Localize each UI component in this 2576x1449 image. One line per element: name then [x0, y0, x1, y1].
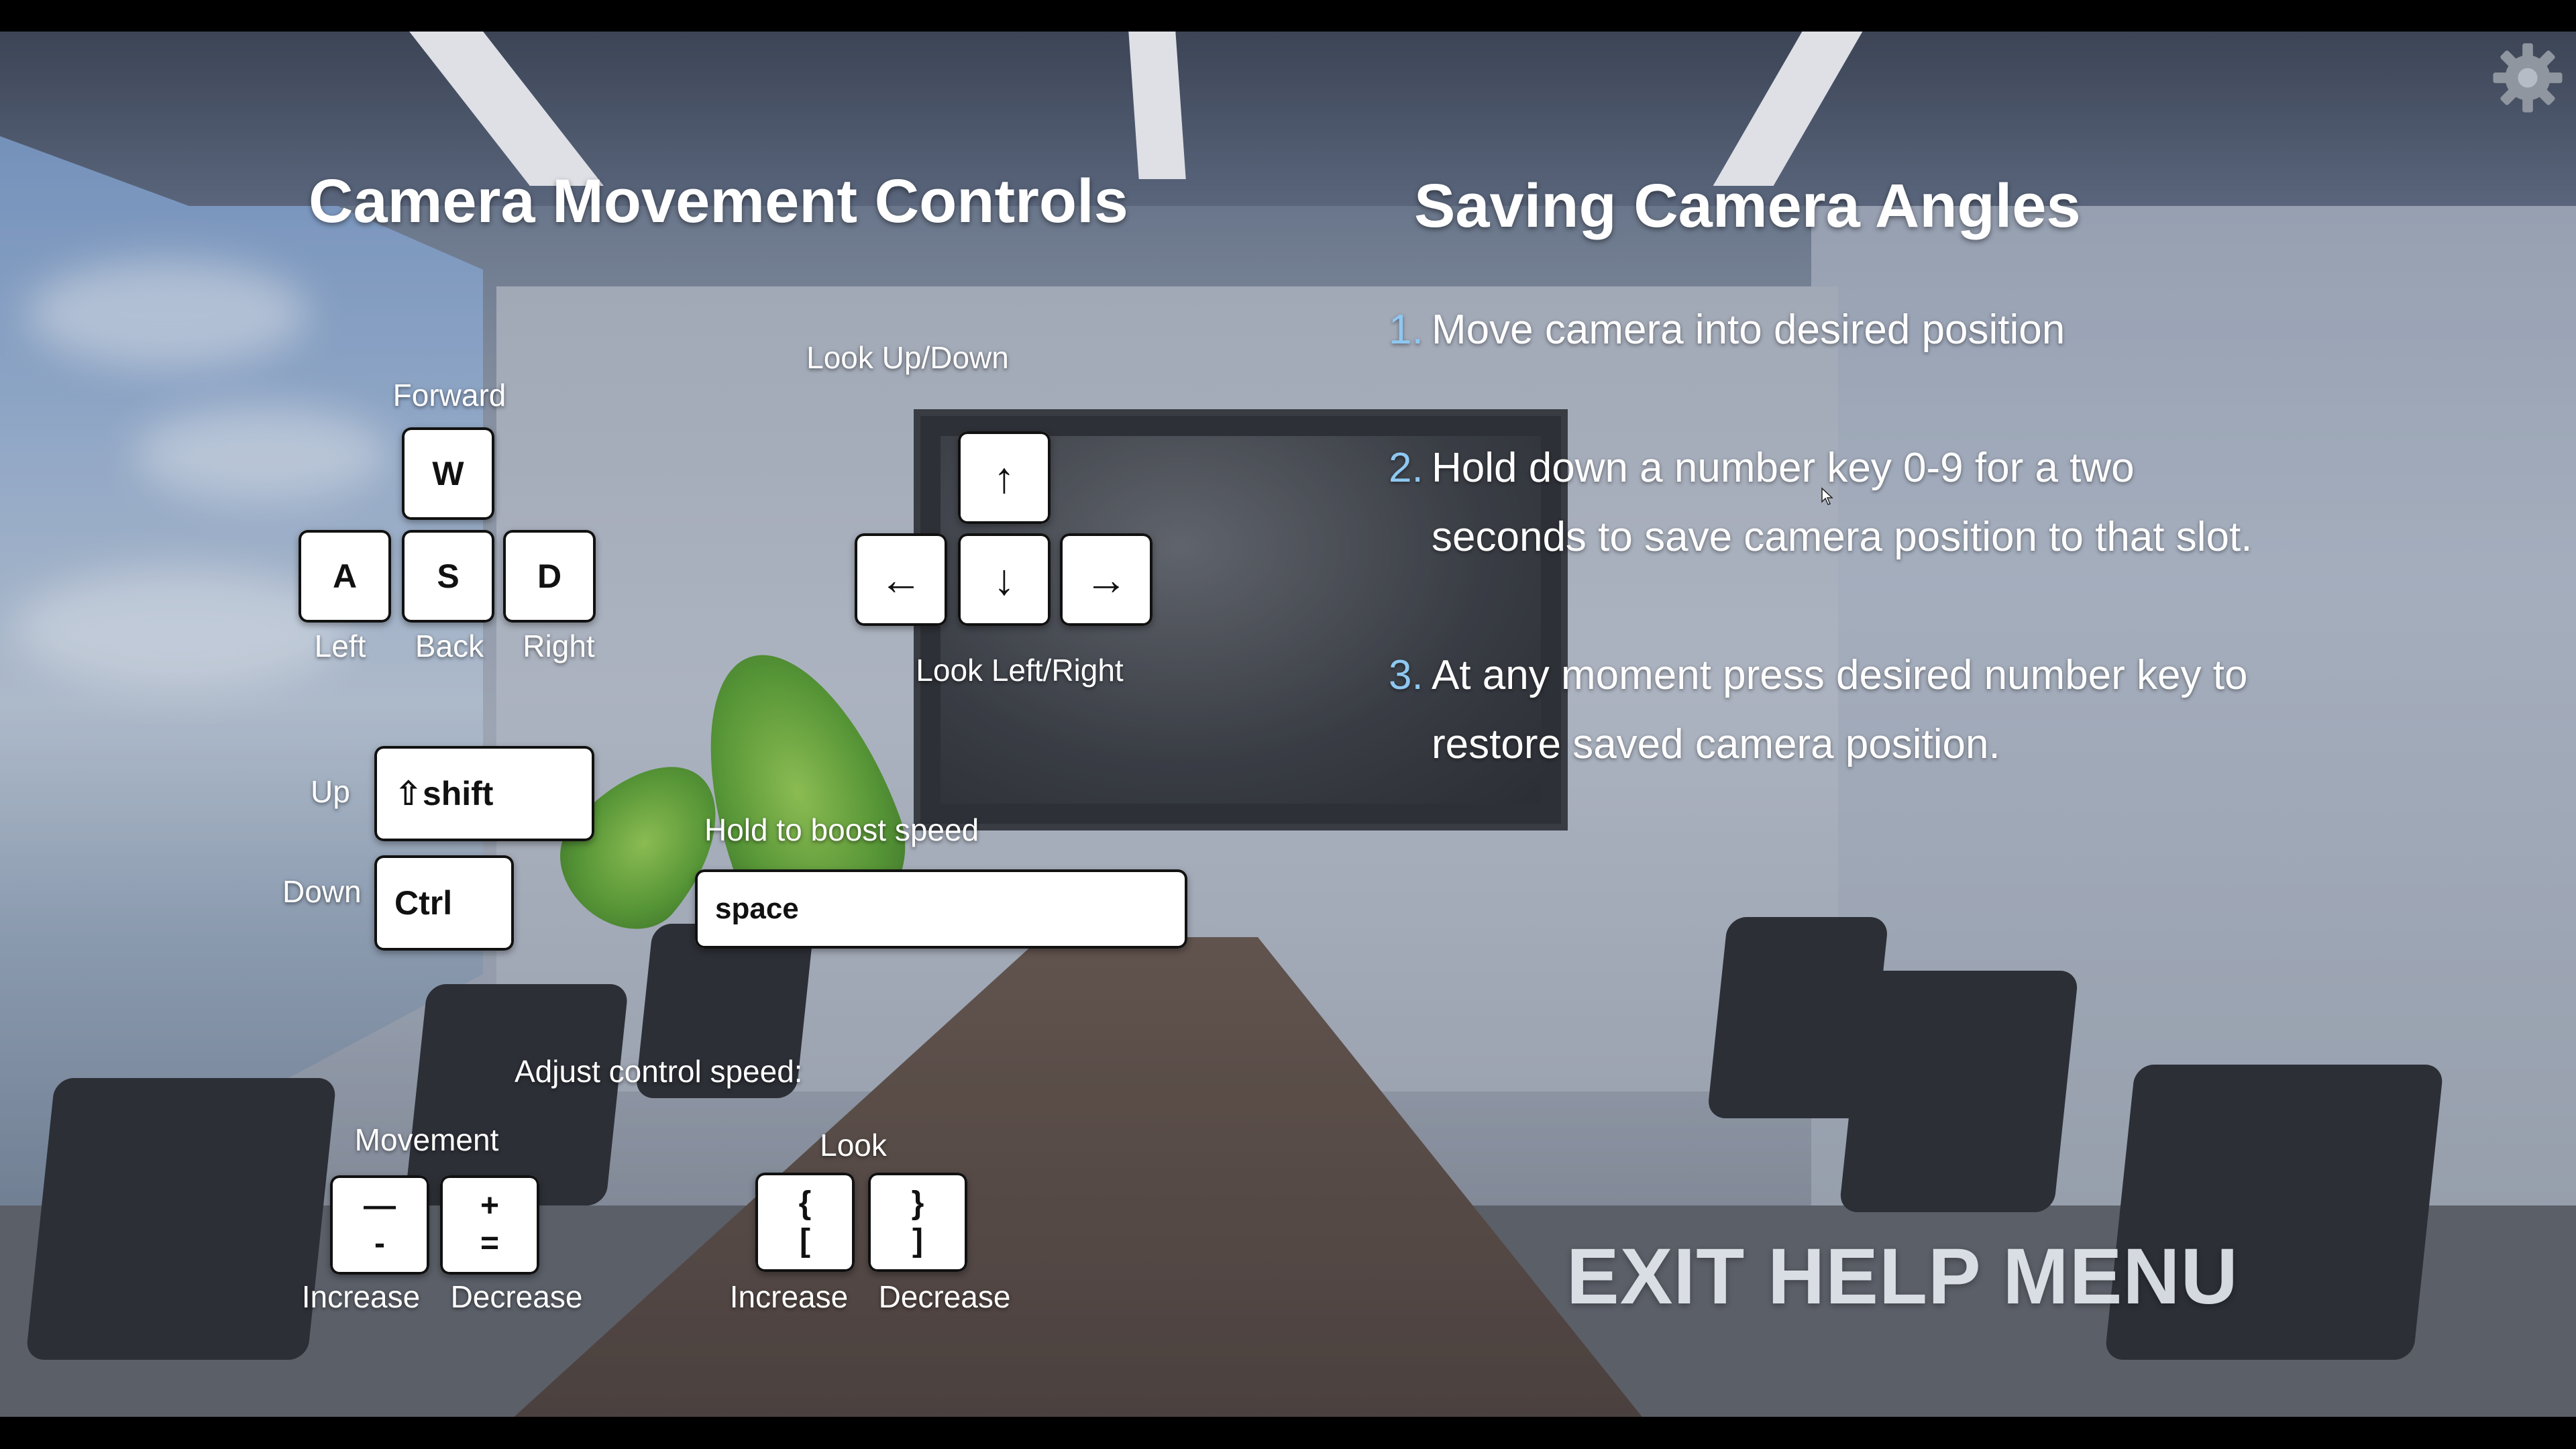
up-label: Up	[311, 774, 350, 809]
equals-key-top: +	[480, 1188, 500, 1224]
step-text: At any moment press desired number key t…	[1432, 652, 2248, 767]
gear-icon[interactable]	[2490, 40, 2565, 115]
right-bracket-key-top: }	[911, 1185, 924, 1221]
arrow-down-key[interactable]: ↓	[958, 533, 1051, 626]
arrow-left-key[interactable]: ←	[855, 533, 947, 626]
key-d[interactable]: D	[503, 530, 596, 623]
movement-increase-label: Increase	[301, 1279, 421, 1314]
left-bracket-key-bottom: [	[800, 1223, 810, 1258]
look-label: Look	[820, 1128, 887, 1163]
key-w[interactable]: W	[402, 427, 494, 520]
shift-key[interactable]: ⇧shift	[374, 746, 594, 841]
ctrl-key[interactable]: Ctrl	[374, 855, 514, 951]
pointer-cursor-icon	[1821, 487, 1833, 505]
left-bracket-key[interactable]: { [	[755, 1173, 855, 1272]
down-label: Down	[282, 874, 362, 909]
right-bracket-key[interactable]: } ]	[868, 1173, 967, 1272]
step-number: 2.	[1389, 445, 1424, 491]
forward-label: Forward	[392, 378, 506, 413]
key-a[interactable]: A	[299, 530, 391, 623]
arrow-up-key[interactable]: ↑	[958, 431, 1051, 524]
camera-controls-title: Camera Movement Controls	[309, 167, 1128, 235]
look-updown-label: Look Up/Down	[806, 340, 1009, 375]
adjust-speed-label: Adjust control speed:	[515, 1054, 803, 1089]
key-s[interactable]: S	[402, 530, 494, 623]
step-text: Hold down a number key 0-9 for a two sec…	[1432, 445, 2253, 560]
right-bracket-key-bottom: ]	[912, 1223, 923, 1258]
arrow-right-key[interactable]: →	[1060, 533, 1152, 626]
look-leftright-label: Look Left/Right	[916, 653, 1124, 688]
look-decrease-label: Decrease	[878, 1279, 1011, 1314]
minus-key[interactable]: — -	[330, 1175, 429, 1275]
movement-label: Movement	[354, 1122, 499, 1157]
boost-label: Hold to boost speed	[704, 812, 979, 847]
equals-key[interactable]: + =	[440, 1175, 539, 1275]
step-number: 1.	[1389, 307, 1424, 353]
left-bracket-key-top: {	[798, 1185, 812, 1221]
help-menu: Camera Movement Controls Saving Camera A…	[0, 0, 2576, 1449]
saving-angles-title: Saving Camera Angles	[1414, 172, 2081, 240]
right-label: Right	[523, 629, 595, 663]
exit-help-menu-button[interactable]: EXIT HELP MENU	[1566, 1231, 2239, 1322]
minus-key-bottom: -	[374, 1226, 385, 1261]
step-number: 3.	[1389, 652, 1424, 698]
look-increase-label: Increase	[729, 1279, 849, 1314]
minus-key-top: —	[364, 1188, 396, 1224]
movement-decrease-label: Decrease	[450, 1279, 583, 1314]
back-label: Back	[415, 629, 484, 663]
step-text: Move camera into desired position	[1432, 307, 2065, 353]
left-label: Left	[314, 629, 366, 663]
space-key[interactable]: space	[695, 869, 1187, 949]
equals-key-bottom: =	[480, 1226, 500, 1261]
